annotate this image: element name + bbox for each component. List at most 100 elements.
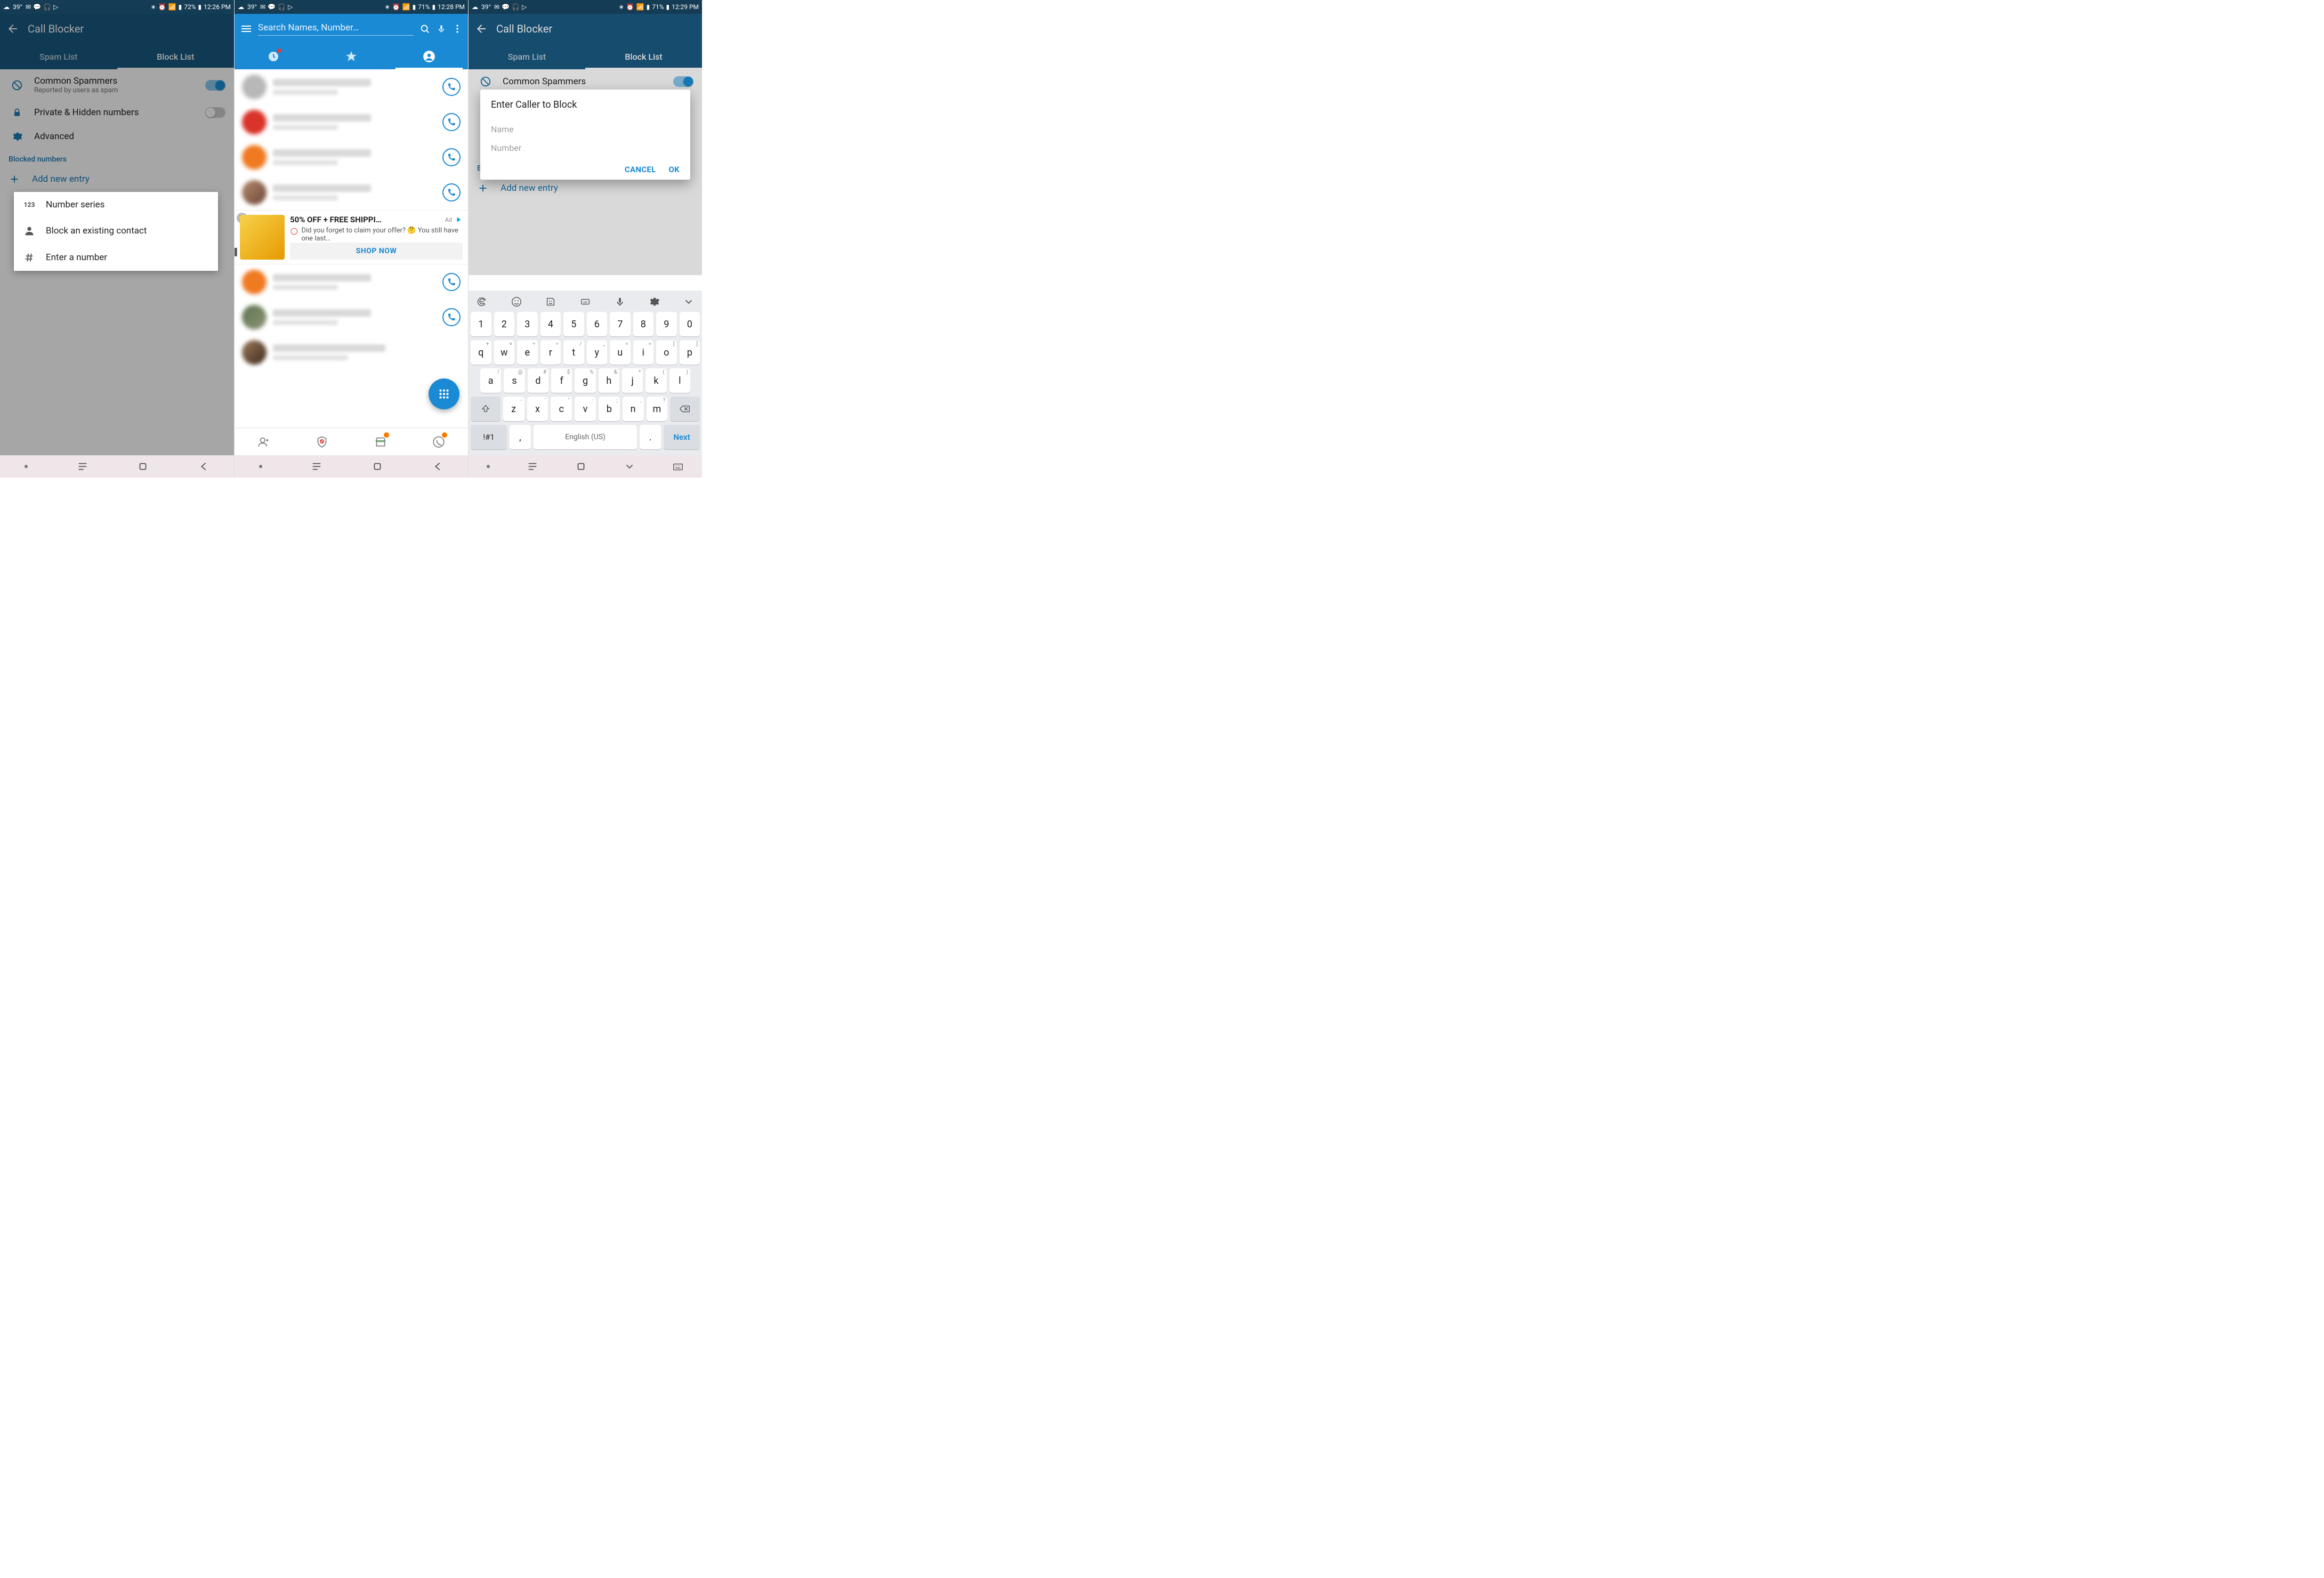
key-z[interactable]: z- — [503, 397, 524, 421]
settings-icon[interactable] — [648, 296, 660, 308]
nav-recents-icon[interactable] — [527, 461, 538, 472]
key-c[interactable]: c" — [551, 397, 572, 421]
key-w[interactable]: w× — [494, 340, 515, 365]
contact-row[interactable] — [235, 69, 468, 104]
call-button[interactable] — [442, 78, 461, 96]
key-n[interactable]: n, — [623, 397, 644, 421]
search-icon[interactable] — [419, 23, 431, 35]
nav-home-icon[interactable] — [137, 461, 149, 472]
menu-enter-number[interactable]: Enter a number — [14, 244, 218, 271]
cancel-button[interactable]: CANCEL — [625, 165, 656, 174]
nav-home-icon[interactable] — [372, 461, 383, 472]
key-y[interactable]: y_ — [587, 340, 608, 365]
key-b[interactable]: b; — [599, 397, 620, 421]
call-button[interactable] — [442, 183, 461, 202]
comma-key[interactable]: , — [510, 425, 531, 449]
sticker-icon[interactable] — [545, 296, 556, 308]
contact-row[interactable] — [235, 300, 468, 335]
key-o[interactable]: o[ — [656, 340, 677, 365]
gif-icon[interactable] — [579, 296, 591, 308]
key-q[interactable]: q+ — [471, 340, 491, 365]
next-key[interactable]: Next — [664, 425, 700, 449]
contact-row[interactable] — [235, 335, 468, 370]
key-4[interactable]: 4 — [540, 312, 561, 336]
shift-key[interactable] — [471, 397, 501, 421]
key-3[interactable]: 3 — [517, 312, 538, 336]
more-icon[interactable] — [452, 23, 463, 34]
contacts-list[interactable]: ✕ ❚❚ 50% OFF + FREE SHIPPI… Ad Did you f… — [235, 69, 468, 370]
menu-number-series[interactable]: 123 Number series — [14, 192, 218, 218]
key-u[interactable]: u< — [610, 340, 631, 365]
voice-icon[interactable] — [614, 296, 626, 308]
ok-button[interactable]: OK — [669, 165, 680, 174]
period-key[interactable]: . — [640, 425, 661, 449]
contact-row[interactable] — [235, 175, 468, 210]
key-v[interactable]: v: — [575, 397, 596, 421]
contact-row[interactable] — [235, 264, 468, 300]
key-x[interactable]: x' — [527, 397, 548, 421]
key-g[interactable]: g% — [575, 368, 595, 393]
tab-favorites[interactable] — [312, 44, 390, 69]
call-button[interactable] — [442, 148, 461, 166]
key-p[interactable]: p] — [680, 340, 700, 365]
tab-recents[interactable] — [235, 44, 312, 69]
contact-sub-redacted — [273, 320, 338, 325]
nav-recents-icon[interactable] — [77, 461, 88, 472]
adchoices-icon[interactable] — [455, 216, 463, 223]
call-button[interactable] — [442, 113, 461, 131]
call-button[interactable] — [442, 308, 461, 326]
menu-block-contact[interactable]: Block an existing contact — [14, 218, 218, 244]
backspace-key[interactable] — [670, 397, 700, 421]
nav-keyboard-icon[interactable] — [672, 461, 684, 472]
mic-icon[interactable] — [436, 23, 447, 34]
key-i[interactable]: i> — [633, 340, 654, 365]
nav-store[interactable] — [351, 428, 410, 455]
key-k[interactable]: k( — [645, 368, 666, 393]
key-l[interactable]: l) — [669, 368, 690, 393]
symbols-key[interactable]: !#1 — [471, 425, 507, 449]
key-0[interactable]: 0 — [680, 312, 700, 336]
menu-icon[interactable] — [240, 22, 253, 35]
key-a[interactable]: a! — [480, 368, 501, 393]
search-input[interactable]: Search Names, Number… — [258, 22, 414, 36]
contact-row[interactable] — [235, 140, 468, 175]
nav-add-contact[interactable] — [235, 428, 293, 455]
key-8[interactable]: 8 — [633, 312, 654, 336]
nav-back-icon[interactable] — [198, 461, 209, 472]
nav-back-icon[interactable] — [432, 461, 443, 472]
ad-pause-icon[interactable]: ❚❚ — [234, 246, 239, 256]
key-r[interactable]: r= — [540, 340, 561, 365]
key-h[interactable]: h& — [599, 368, 619, 393]
nav-call-rec[interactable] — [410, 428, 469, 455]
nav-block[interactable] — [293, 428, 352, 455]
key-e[interactable]: e÷ — [517, 340, 538, 365]
inline-ad[interactable]: ✕ ❚❚ 50% OFF + FREE SHIPPI… Ad Did you f… — [235, 210, 468, 264]
key-m[interactable]: m? — [647, 397, 668, 421]
number-field[interactable]: Number — [491, 139, 680, 157]
name-field[interactable]: Name — [491, 120, 680, 139]
dialpad-fab[interactable] — [429, 379, 459, 409]
key-2[interactable]: 2 — [494, 312, 515, 336]
nav-recents-icon[interactable] — [311, 461, 322, 472]
emoji-icon[interactable] — [511, 296, 522, 308]
key-f[interactable]: f$ — [551, 368, 572, 393]
play-icon: ▷ — [288, 3, 293, 11]
space-key[interactable]: English (US) — [534, 425, 637, 449]
contact-row[interactable] — [235, 104, 468, 140]
key-1[interactable]: 1 — [471, 312, 491, 336]
key-t[interactable]: t/ — [563, 340, 584, 365]
nav-home-icon[interactable] — [575, 461, 587, 472]
key-j[interactable]: j* — [622, 368, 643, 393]
key-9[interactable]: 9 — [656, 312, 677, 336]
chevron-down-icon[interactable] — [683, 296, 695, 308]
text-tools-icon[interactable] — [476, 296, 488, 308]
key-7[interactable]: 7 — [610, 312, 631, 336]
key-s[interactable]: s@ — [504, 368, 524, 393]
tab-contacts[interactable] — [390, 44, 468, 69]
key-6[interactable]: 6 — [587, 312, 608, 336]
key-d[interactable]: d# — [528, 368, 548, 393]
nav-down-icon[interactable] — [624, 461, 635, 472]
key-5[interactable]: 5 — [563, 312, 584, 336]
ad-cta-button[interactable]: SHOP NOW — [290, 243, 463, 260]
call-button[interactable] — [442, 273, 461, 291]
